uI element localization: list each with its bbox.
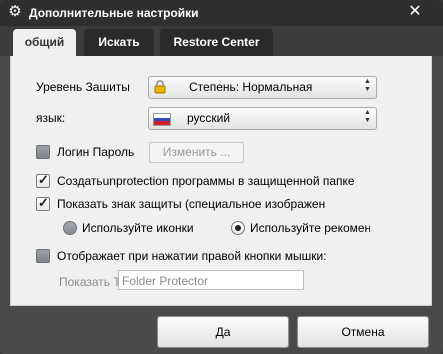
use-icons-label: Используйте иконки bbox=[82, 221, 194, 235]
login-password-label: Логин Пароль bbox=[57, 145, 135, 159]
tab-bar: общий Искать Restore Center bbox=[0, 26, 443, 56]
updown-arrow-icon: ▲ ▼ bbox=[364, 109, 371, 124]
checkmark-icon: ✓ bbox=[38, 195, 49, 210]
general-tab-panel: Уревень Зашиты Степень: Нормальная ▲ ▼ яз… bbox=[10, 56, 432, 306]
use-recommended-label: Используйте рекоменду bbox=[250, 221, 370, 235]
checkmark-icon: ✓ bbox=[38, 172, 49, 187]
updown-arrow-icon: ▲ ▼ bbox=[364, 78, 371, 93]
change-password-button[interactable]: Изменить ... bbox=[149, 142, 244, 163]
show-badge-label: Показать знак защиты (специальное изобра… bbox=[57, 197, 326, 211]
window-title: Дополнительные настройки bbox=[29, 6, 199, 20]
use-icons-radio[interactable] bbox=[63, 221, 77, 235]
tab-general[interactable]: общий bbox=[13, 29, 76, 56]
tab-search[interactable]: Искать bbox=[84, 29, 154, 56]
language-select[interactable]: русский ▲ ▼ bbox=[148, 107, 377, 130]
language-value: русский bbox=[187, 111, 231, 125]
close-button[interactable]: ✕ bbox=[405, 3, 425, 21]
tab-restore-center[interactable]: Restore Center bbox=[160, 29, 273, 56]
show-badge-checkbox[interactable]: ✓ bbox=[36, 195, 50, 211]
login-password-checkbox[interactable] bbox=[36, 145, 50, 159]
language-label: язык: bbox=[36, 111, 66, 125]
use-recommended-radio[interactable] bbox=[231, 221, 245, 235]
radio-selected-dot bbox=[235, 225, 241, 231]
context-menu-label: Отображает при нажатии правой кнопки мыш… bbox=[57, 249, 327, 263]
protection-level-select[interactable]: Степень: Нормальная ▲ ▼ bbox=[148, 76, 377, 99]
lock-icon bbox=[154, 80, 166, 94]
ok-button[interactable]: Да bbox=[157, 316, 289, 348]
context-menu-checkbox[interactable] bbox=[36, 249, 50, 263]
create-in-folder-label: Создатьunprotection программы в защищенн… bbox=[57, 174, 355, 188]
title-bar: ⚙ Дополнительные настройки ✕ bbox=[0, 0, 443, 26]
protection-level-value: Степень: Нормальная bbox=[189, 80, 313, 94]
protection-level-label: Уревень Зашиты bbox=[36, 80, 130, 94]
settings-window: ⚙ Дополнительные настройки ✕ общий Искат… bbox=[0, 0, 443, 354]
gear-icon: ⚙ bbox=[8, 3, 22, 20]
cancel-button[interactable]: Отмена bbox=[297, 316, 429, 348]
create-in-folder-checkbox[interactable]: ✓ bbox=[36, 172, 50, 188]
russia-flag-icon bbox=[153, 113, 171, 126]
show-text-input[interactable]: Folder Protector bbox=[118, 270, 304, 290]
show-text-label: Показать Те bbox=[59, 275, 127, 289]
